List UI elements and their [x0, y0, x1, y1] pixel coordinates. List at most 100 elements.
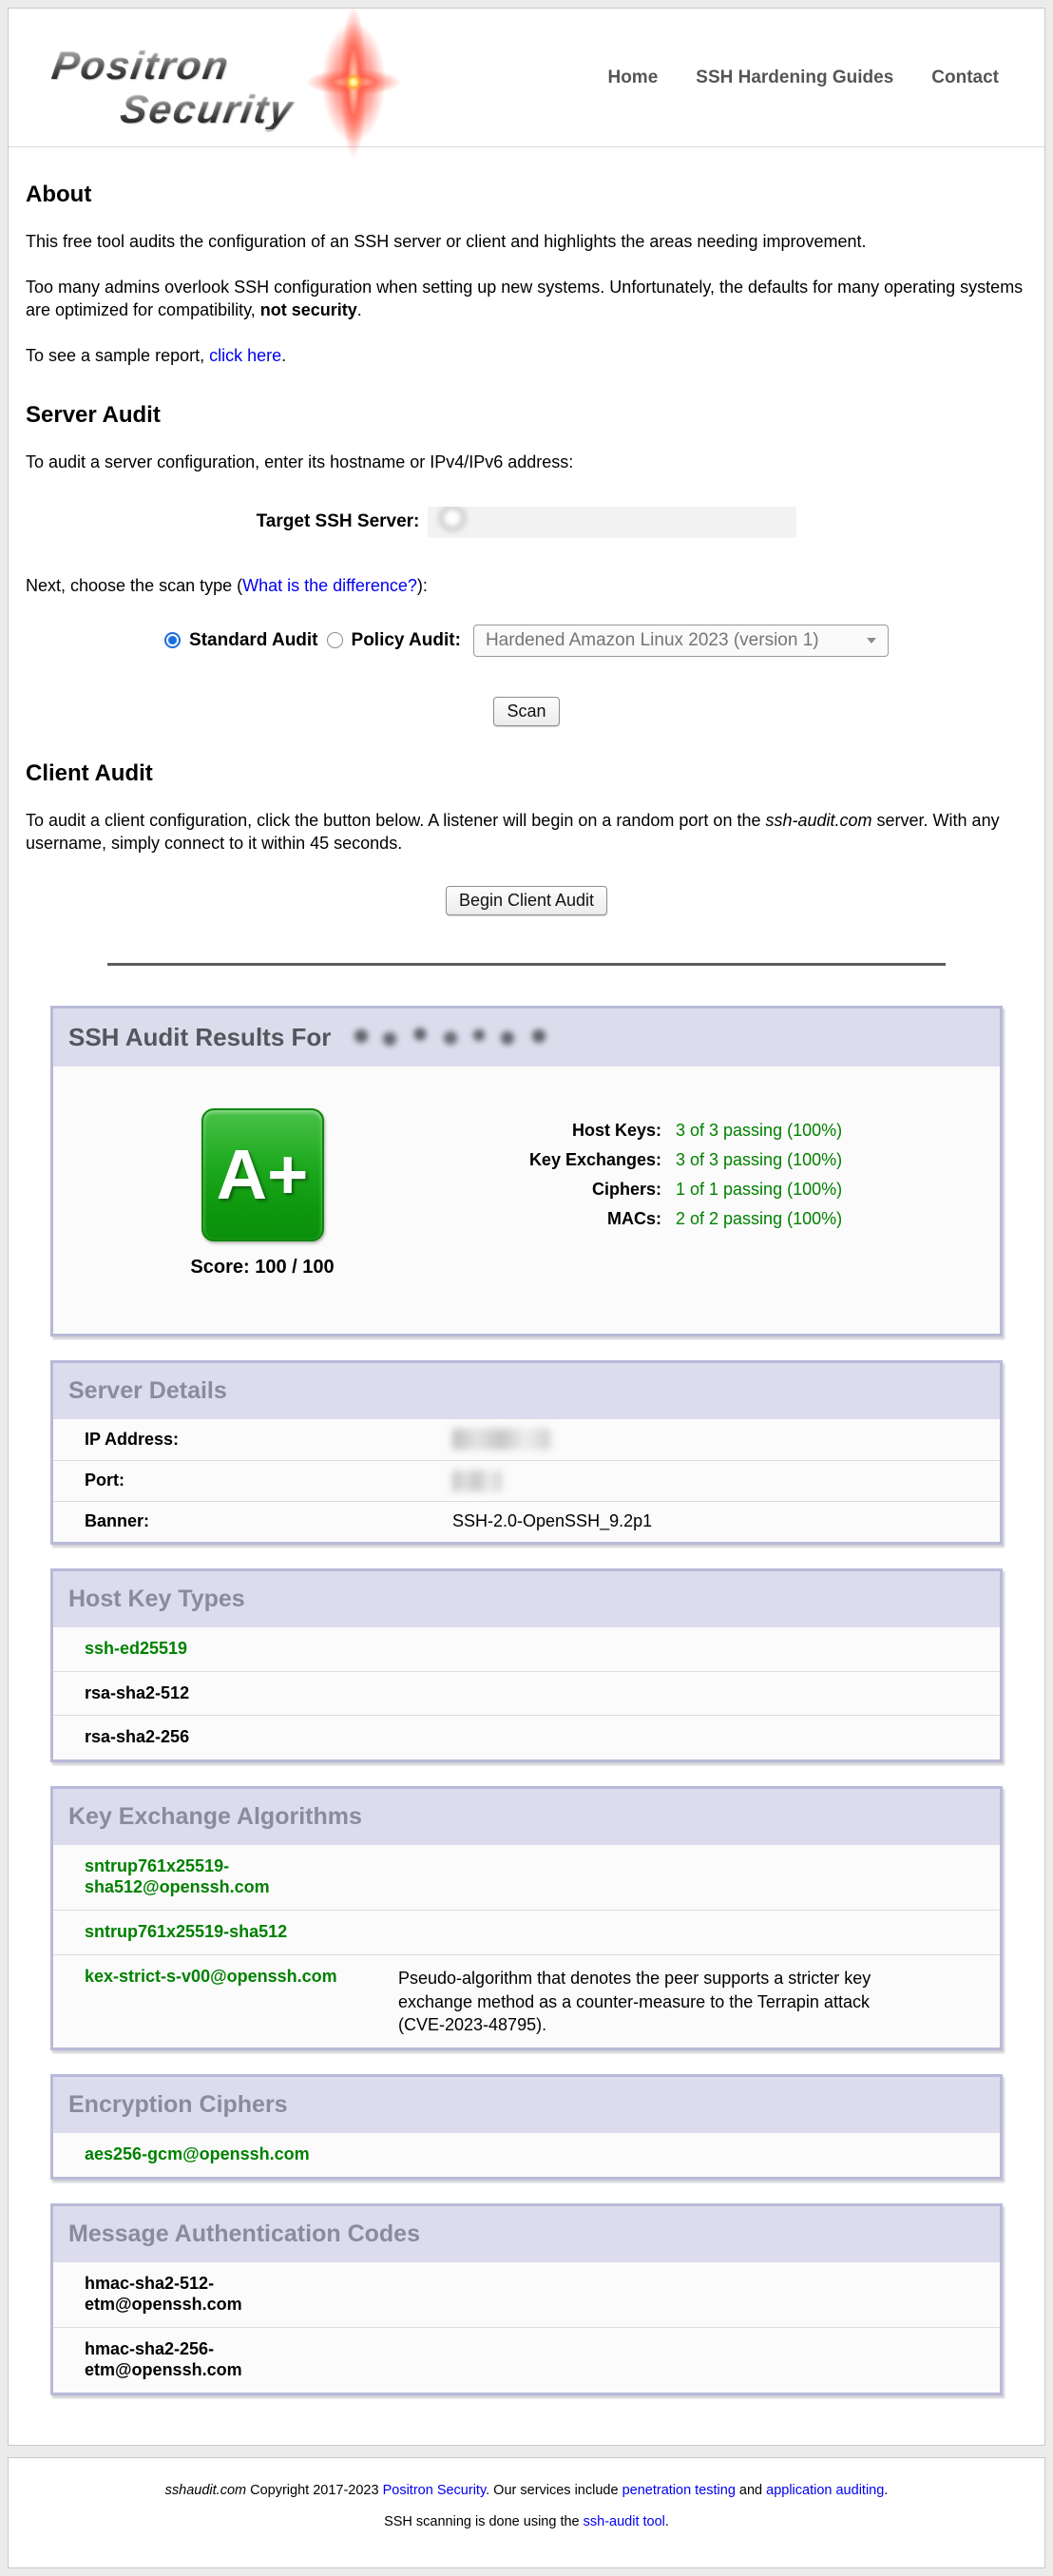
- site-footer: sshaudit.com Copyright 2017-2023 Positro…: [8, 2457, 1045, 2568]
- nav-ssh-hardening-guides[interactable]: SSH Hardening Guides: [696, 67, 893, 88]
- kex-name: kex-strict-s-v00@openssh.com: [85, 1965, 355, 1990]
- begin-client-audit-row: Begin Client Audit: [9, 886, 1044, 915]
- footer-scanning-text: SSH scanning is done using the: [384, 2514, 584, 2529]
- encryption-ciphers-header: Encryption Ciphers: [53, 2077, 1000, 2133]
- macs-header: Message Authentication Codes: [53, 2206, 1000, 2262]
- logo-line1: Positron: [49, 46, 428, 86]
- host-key-name: rsa-sha2-256: [85, 1725, 355, 1750]
- stat-label: Key Exchanges:: [471, 1149, 661, 1170]
- footer-services-text: . Our services include: [486, 2483, 622, 2498]
- mac-name: hmac-sha2-512-etm@openssh.com: [85, 2272, 355, 2317]
- grade-column: A+ Score: 100 / 100: [53, 1108, 471, 1278]
- stat-value: 2 of 2 passing (100%): [676, 1208, 842, 1229]
- stat-row-macs: MACs: 2 of 2 passing (100%): [471, 1208, 842, 1229]
- list-item: rsa-sha2-256: [53, 1715, 1000, 1759]
- list-item: hmac-sha2-512-etm@openssh.com: [53, 2262, 1000, 2327]
- footer-and-text: and: [736, 2483, 766, 2498]
- redacted-hostname: [344, 1023, 567, 1051]
- standard-audit-radio[interactable]: [164, 632, 181, 648]
- mac-name: hmac-sha2-256-etm@openssh.com: [85, 2337, 355, 2383]
- footer-line2: SSH scanning is done using the ssh-audit…: [9, 2514, 1044, 2529]
- nav-contact[interactable]: Contact: [931, 67, 999, 88]
- port-label: Port:: [85, 1471, 452, 1490]
- footer-line1: sshaudit.com Copyright 2017-2023 Positro…: [9, 2483, 1044, 2498]
- score-text: Score: 100 / 100: [190, 1257, 334, 1278]
- server-details-section: Server Details IP Address: Port: Banner:…: [50, 1360, 1003, 1545]
- footer-period: .: [884, 2483, 888, 2498]
- about-p2-bold: not security: [260, 300, 357, 319]
- host-key-name: ssh-ed25519: [85, 1637, 355, 1662]
- results-body: A+ Score: 100 / 100 Host Keys: 3 of 3 pa…: [53, 1067, 1000, 1334]
- about-p3-period: .: [281, 346, 286, 365]
- nav-home[interactable]: Home: [607, 67, 658, 88]
- key-exchange-list: sntrup761x25519-sha512@openssh.com sntru…: [53, 1845, 1000, 2047]
- logo-line2: Security: [118, 89, 428, 129]
- table-row: IP Address:: [53, 1419, 1000, 1460]
- results-section: SSH Audit Results For A+ Score: 100 / 10…: [50, 1006, 1003, 1336]
- redaction-blur: [428, 507, 796, 538]
- host-key-types-header: Host Key Types: [53, 1571, 1000, 1627]
- about-title: About: [26, 182, 1027, 208]
- positron-security-link[interactable]: Positron Security: [383, 2483, 487, 2498]
- client-audit-paragraph: To audit a client configuration, click t…: [26, 810, 1027, 855]
- ip-address-label: IP Address:: [85, 1430, 452, 1450]
- server-details-table: IP Address: Port: Banner: SSH-2.0-OpenSS…: [53, 1419, 1000, 1542]
- key-exchange-header: Key Exchange Algorithms: [53, 1789, 1000, 1845]
- policy-audit-label: Policy Audit:: [352, 630, 461, 651]
- ip-address-redacted-value: [452, 1429, 550, 1450]
- stat-label: Host Keys:: [471, 1120, 661, 1141]
- cipher-name: aes256-gcm@openssh.com: [85, 2143, 355, 2167]
- list-item: sntrup761x25519-sha512@openssh.com: [53, 1845, 1000, 1910]
- stat-value: 3 of 3 passing (100%): [676, 1120, 842, 1141]
- cipher-list: aes256-gcm@openssh.com: [53, 2133, 1000, 2177]
- scan-button-row: Scan: [9, 697, 1044, 726]
- scan-type-text-after: ):: [417, 576, 428, 595]
- stat-value: 1 of 1 passing (100%): [676, 1179, 842, 1200]
- penetration-testing-link[interactable]: penetration testing: [622, 2483, 736, 2498]
- macs-section: Message Authentication Codes hmac-sha2-5…: [50, 2203, 1003, 2395]
- stat-row-host-keys: Host Keys: 3 of 3 passing (100%): [471, 1120, 842, 1141]
- host-key-list: ssh-ed25519 rsa-sha2-512 rsa-sha2-256: [53, 1627, 1000, 1760]
- policy-select-value: Hardened Amazon Linux 2023 (version 1): [486, 630, 819, 651]
- stat-row-key-exchanges: Key Exchanges: 3 of 3 passing (100%): [471, 1149, 842, 1170]
- stat-label: MACs:: [471, 1208, 661, 1229]
- scan-type-difference-link[interactable]: What is the difference?: [242, 576, 417, 595]
- encryption-ciphers-section: Encryption Ciphers aes256-gcm@openssh.co…: [50, 2074, 1003, 2180]
- policy-audit-radio[interactable]: [327, 632, 343, 648]
- stats-column: Host Keys: 3 of 3 passing (100%) Key Exc…: [471, 1108, 842, 1278]
- scan-type-line: Next, choose the scan type (What is the …: [26, 576, 1027, 596]
- about-paragraph-3: To see a sample report, click here.: [26, 345, 1027, 368]
- scan-button[interactable]: Scan: [493, 697, 559, 726]
- stat-label: Ciphers:: [471, 1179, 661, 1200]
- key-exchange-section: Key Exchange Algorithms sntrup761x25519-…: [50, 1786, 1003, 2050]
- policy-select[interactable]: Hardened Amazon Linux 2023 (version 1): [473, 625, 889, 657]
- table-row: Port:: [53, 1460, 1000, 1501]
- main-content: Positron Security Home SSH Hardening Gui…: [8, 8, 1045, 2446]
- ssh-audit-tool-link[interactable]: ssh-audit tool: [584, 2514, 665, 2529]
- grade-badge: A+: [201, 1108, 324, 1241]
- begin-client-audit-button[interactable]: Begin Client Audit: [446, 886, 607, 915]
- standard-audit-label: Standard Audit: [189, 630, 317, 651]
- about-paragraph-2: Too many admins overlook SSH configurati…: [26, 277, 1027, 322]
- results-title: SSH Audit Results For: [68, 1023, 331, 1052]
- host-key-name: rsa-sha2-512: [85, 1682, 355, 1706]
- about-paragraph-1: This free tool audits the configuration …: [26, 231, 1027, 254]
- about-p2-text: Too many admins overlook SSH configurati…: [26, 278, 1023, 319]
- sample-report-link[interactable]: click here: [209, 346, 281, 365]
- grade-letter: A+: [217, 1134, 309, 1215]
- site-header: Positron Security Home SSH Hardening Gui…: [9, 9, 1044, 147]
- target-server-input[interactable]: [428, 507, 796, 538]
- list-item: kex-strict-s-v00@openssh.com Pseudo-algo…: [53, 1954, 1000, 2047]
- list-item: sntrup761x25519-sha512: [53, 1910, 1000, 1954]
- list-item: rsa-sha2-512: [53, 1671, 1000, 1716]
- table-row: Banner: SSH-2.0-OpenSSH_9.2p1: [53, 1501, 1000, 1542]
- banner-value: SSH-2.0-OpenSSH_9.2p1: [452, 1511, 652, 1531]
- port-redacted-value: [452, 1471, 502, 1491]
- chevron-down-icon: [867, 638, 876, 644]
- kex-name: sntrup761x25519-sha512@openssh.com: [85, 1855, 355, 1900]
- about-p3-text: To see a sample report,: [26, 346, 209, 365]
- kex-note: Pseudo-algorithm that denotes the peer s…: [398, 1965, 897, 2038]
- application-auditing-link[interactable]: application auditing: [766, 2483, 884, 2498]
- target-server-label: Target SSH Server:: [257, 511, 420, 532]
- scan-type-radio-row: Standard Audit Policy Audit: Hardened Am…: [9, 625, 1044, 657]
